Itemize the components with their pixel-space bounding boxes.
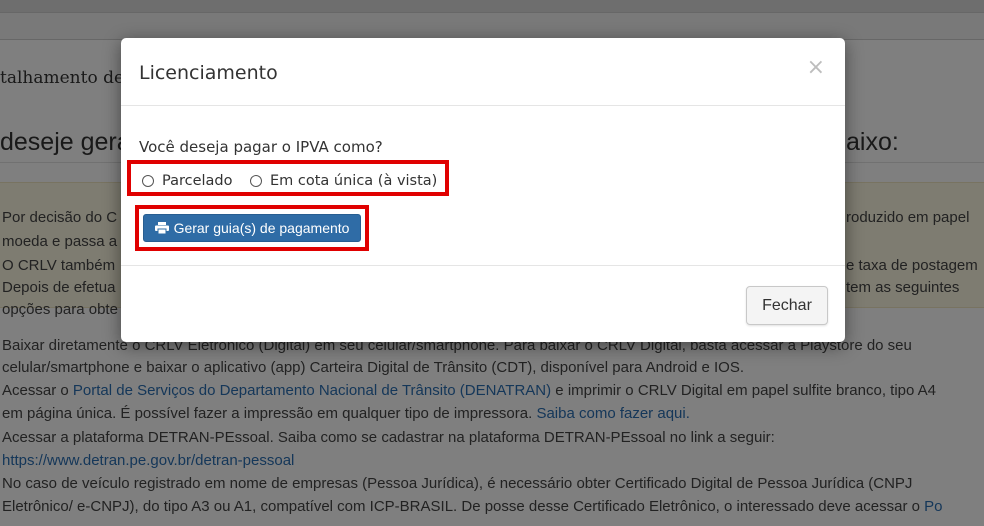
licenciamento-modal: Licenciamento × Você deseja pagar o IPVA… [121,38,845,342]
payment-question: Você deseja pagar o IPVA como? [139,138,383,156]
print-icon [154,222,169,234]
radio-cota-unica[interactable]: Em cota única (à vista) [250,173,437,189]
radio-circle-icon[interactable] [142,175,154,187]
modal-header: Licenciamento × [121,38,845,106]
modal-title: Licenciamento [139,62,278,84]
payment-options-highlight: Parcelado Em cota única (à vista) [127,160,449,196]
radio-circle-icon[interactable] [250,175,262,187]
radio-parcelado-label: Parcelado [162,173,233,189]
generate-button-highlight: Gerar guia(s) de pagamento [135,205,369,251]
generate-payment-button[interactable]: Gerar guia(s) de pagamento [143,214,361,242]
radio-cota-unica-label: Em cota única (à vista) [270,173,438,189]
modal-footer-divider [121,265,845,266]
close-icon[interactable]: × [807,57,825,79]
radio-parcelado[interactable]: Parcelado [142,173,233,189]
generate-payment-label: Gerar guia(s) de pagamento [173,220,350,236]
close-button[interactable]: Fechar [746,286,828,325]
